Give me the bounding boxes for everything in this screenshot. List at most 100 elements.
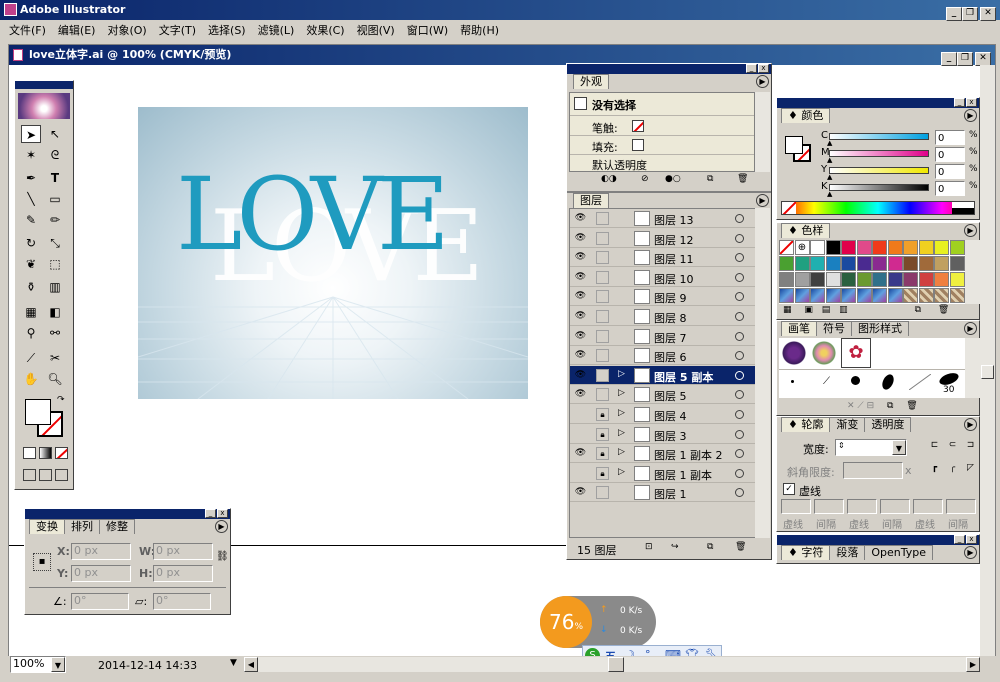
menu-item-0[interactable]: 文件(F): [9, 24, 46, 37]
mesh-tool-icon[interactable]: ▦: [21, 303, 41, 321]
menu-item-8[interactable]: 窗口(W): [407, 24, 448, 37]
expand-arrow-icon[interactable]: ▷: [618, 447, 625, 457]
menu-item-3[interactable]: 文字(T): [159, 24, 196, 37]
color-swatch[interactable]: [934, 272, 949, 287]
color-swatch[interactable]: [841, 288, 856, 303]
expand-arrow-icon[interactable]: ▷: [618, 428, 625, 438]
minimize-button[interactable]: _: [946, 7, 962, 21]
free-transform-tool-icon[interactable]: ⬚: [45, 255, 65, 273]
pencil-tool-icon[interactable]: ✏: [45, 211, 65, 229]
color-swatch[interactable]: [949, 288, 965, 303]
butt-cap-button[interactable]: ⊏: [927, 439, 942, 454]
color-swatch[interactable]: [887, 272, 903, 287]
visibility-eye-icon[interactable]: 👁︎: [574, 232, 587, 245]
type-tool-icon[interactable]: T: [45, 169, 65, 187]
layer-row[interactable]: 👁︎ 图层 1: [570, 483, 756, 503]
layers-scrollbar[interactable]: [755, 208, 770, 538]
color-swatch[interactable]: [934, 256, 949, 271]
slider-triangle-icon[interactable]: ▲: [827, 139, 832, 147]
color-swatch[interactable]: ⊕: [794, 240, 810, 255]
selection-tool-icon[interactable]: ➤: [21, 125, 41, 143]
slider-triangle-icon[interactable]: ▲: [827, 173, 832, 181]
color-swatch[interactable]: [903, 240, 918, 255]
brush-dot-small[interactable]: [791, 380, 794, 383]
make-clipping-mask-icon[interactable]: ⊡: [645, 542, 653, 552]
tab-align[interactable]: 排列: [64, 519, 100, 534]
lock-icon[interactable]: [596, 231, 609, 245]
color-swatch[interactable]: [934, 288, 949, 303]
direct-selection-tool-icon[interactable]: ↖: [45, 125, 65, 143]
reduce-basic-icon[interactable]: ●○: [665, 174, 681, 184]
tab-graphic-styles[interactable]: 图形样式: [851, 321, 909, 336]
hand-tool-icon[interactable]: ✋: [21, 370, 41, 388]
color-swatch[interactable]: [810, 272, 825, 287]
color-swatch[interactable]: [825, 272, 841, 287]
target-circle-icon[interactable]: [735, 429, 744, 439]
lock-icon[interactable]: [596, 290, 609, 304]
visibility-eye-icon[interactable]: 👁︎: [574, 447, 587, 460]
new-swatch-icon[interactable]: ⧉: [915, 305, 921, 315]
duplicate-item-icon[interactable]: ⧉: [707, 174, 713, 184]
restore-button[interactable]: ❐: [962, 7, 978, 21]
channel-value-field[interactable]: 0: [935, 181, 965, 196]
dash-field[interactable]: [880, 499, 910, 514]
menu-item-2[interactable]: 对象(O): [107, 24, 146, 37]
visibility-eye-icon[interactable]: 👁︎: [574, 388, 587, 401]
tab-color[interactable]: ♦ 颜色: [781, 108, 831, 123]
new-layer-icon[interactable]: ⧉: [707, 542, 713, 552]
color-swatch[interactable]: [949, 256, 965, 271]
new-art-basic-icon[interactable]: ◐◑: [601, 174, 617, 184]
color-swatch[interactable]: [810, 288, 825, 303]
character-menu-icon[interactable]: ▶: [964, 546, 977, 559]
slice-tool-icon[interactable]: ⟋: [21, 349, 41, 367]
rotate-angle-field[interactable]: 0°: [71, 593, 129, 610]
color-swatch[interactable]: [856, 240, 872, 255]
scale-tool-icon[interactable]: ⤡: [45, 234, 65, 252]
brush-dot-line[interactable]: ⟋: [823, 376, 830, 387]
expand-arrow-icon[interactable]: ▷: [618, 388, 625, 398]
artwork-canvas[interactable]: LOVE LOVE: [138, 107, 528, 399]
color-swatch[interactable]: [872, 288, 887, 303]
scroll-left-button[interactable]: ◀: [244, 657, 258, 672]
visibility-eye-icon[interactable]: 👁︎: [574, 486, 587, 499]
lock-icon[interactable]: 🔒︎: [596, 427, 609, 441]
color-swatch[interactable]: [779, 272, 794, 287]
color-swatch[interactable]: [887, 256, 903, 271]
lock-icon[interactable]: [596, 310, 609, 323]
menu-item-6[interactable]: 效果(C): [306, 24, 344, 37]
expand-arrow-icon[interactable]: ▷: [618, 408, 625, 418]
brushes-menu-icon[interactable]: ▶: [964, 322, 977, 335]
panel-menu-icon[interactable]: ▶: [756, 75, 769, 88]
fill-swatch[interactable]: [25, 399, 51, 425]
reference-point-icon[interactable]: ▪: [33, 553, 51, 571]
tab-character[interactable]: ♦ 字符: [781, 545, 831, 560]
brush-grapes-icon[interactable]: [781, 340, 807, 366]
rectangle-tool-icon[interactable]: ▭: [45, 190, 65, 208]
round-cap-button[interactable]: ⊂: [945, 439, 960, 454]
layer-row[interactable]: 👁︎🔒︎▷图层 3: [570, 425, 756, 444]
full-screen-menu-mode-button[interactable]: [39, 469, 52, 481]
appearance-scrollbar[interactable]: [755, 92, 770, 172]
target-circle-icon[interactable]: [735, 312, 744, 321]
lock-icon[interactable]: [596, 388, 609, 402]
target-circle-icon[interactable]: [735, 390, 744, 400]
visibility-eye-icon[interactable]: 👁︎: [574, 290, 587, 303]
color-swatch[interactable]: [856, 272, 872, 287]
channel-value-field[interactable]: 0: [935, 147, 965, 162]
target-circle-icon[interactable]: [735, 468, 744, 478]
target-circle-icon[interactable]: [735, 233, 744, 243]
lock-icon[interactable]: [596, 368, 609, 382]
layer-row[interactable]: 👁︎ ▷ 图层 5: [570, 385, 756, 405]
color-swatch[interactable]: [779, 240, 794, 255]
color-swatch[interactable]: [794, 256, 810, 271]
round-join-button[interactable]: ╭: [945, 462, 960, 477]
channel-value-field[interactable]: 0: [935, 164, 965, 179]
h-field[interactable]: 0 px: [153, 565, 213, 582]
layer-row[interactable]: 👁︎ 图层 11: [570, 248, 756, 268]
delete-swatch-icon[interactable]: 🗑︎: [938, 305, 949, 315]
dash-field[interactable]: [814, 499, 844, 514]
lock-icon[interactable]: 🔒︎: [596, 447, 609, 461]
color-swatch[interactable]: [856, 288, 872, 303]
dashed-checkbox[interactable]: ✓: [783, 483, 795, 495]
layer-row[interactable]: 👁︎ ▷ 图层 5 副本: [570, 365, 756, 385]
